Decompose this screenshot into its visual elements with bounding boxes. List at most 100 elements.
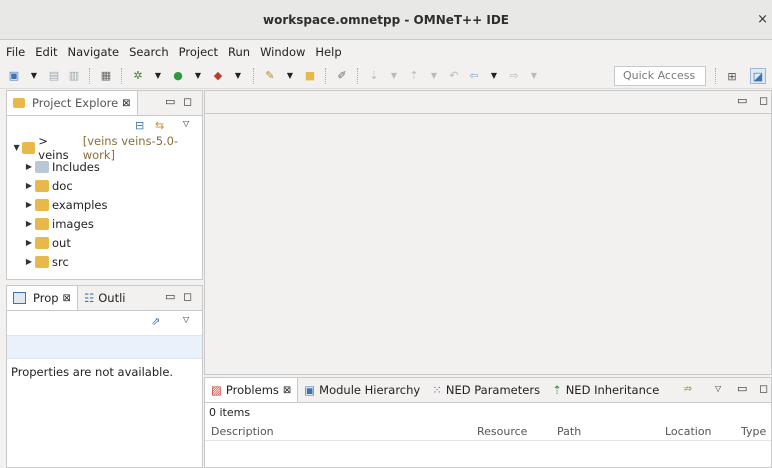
tab-problems[interactable]: ▨ Problems ⊠ [205,378,299,402]
edit-icon[interactable]: ✐ [334,68,350,84]
properties-view-toolbar: ⇗ ▽ [7,311,202,335]
maximize-icon[interactable]: ◻ [759,382,768,395]
tree-label: images [52,216,94,231]
collapsed-arrow-icon[interactable]: ▶ [23,257,35,266]
dropdown-icon[interactable]: ▼ [386,68,402,84]
save-all-icon[interactable]: ▥ [66,68,82,84]
menu-edit[interactable]: Edit [35,45,57,59]
dropdown-icon[interactable]: ▼ [26,68,42,84]
project-tree: ▼ > veins [veins veins-5.0-work] ▶ Inclu… [7,134,202,271]
collapse-all-icon[interactable]: ⊟ [135,119,144,132]
tab-ned-inheritance[interactable]: ⇡ NED Inheritance [546,378,665,402]
minimize-icon[interactable]: ▭ [737,94,747,107]
open-perspective-icon[interactable]: ⊞ [724,68,740,84]
column-path[interactable]: Path [557,425,665,438]
tab-properties[interactable]: Prop ⊠ [7,286,78,310]
maximize-icon[interactable]: ◻ [759,94,768,107]
maximize-icon[interactable]: ◻ [183,290,192,303]
tab-project-explorer[interactable]: Project Explore ⊠ [7,91,138,115]
collapsed-arrow-icon[interactable]: ▶ [23,200,35,209]
collapsed-arrow-icon[interactable]: ▶ [23,238,35,247]
module-hierarchy-icon: ▣ [304,383,316,397]
column-location[interactable]: Location [665,425,741,438]
tab-label: Module Hierarchy [319,383,421,397]
dropdown-icon[interactable]: ▼ [282,68,298,84]
tree-row-out[interactable]: ▶ out [11,233,202,252]
profile-icon[interactable]: ◆ [210,68,226,84]
dropdown-icon[interactable]: ▼ [150,68,166,84]
minimize-icon[interactable]: ▭ [165,95,175,108]
menu-window[interactable]: Window [260,45,305,59]
close-tab-icon[interactable]: ⊠ [63,293,71,304]
tree-label: examples [52,197,108,212]
folder-icon [35,198,49,211]
pen-icon[interactable]: ✎ [262,68,278,84]
pin-view-icon[interactable]: ⇗ [151,315,160,328]
collapsed-arrow-icon[interactable]: ▶ [23,181,35,190]
tree-row-veins[interactable]: ▼ > veins [veins veins-5.0-work] [11,134,202,162]
close-tab-icon[interactable]: ⊠ [283,385,291,396]
includes-icon [35,160,49,173]
menu-file[interactable]: File [6,45,25,59]
run-icon[interactable]: ● [170,68,186,84]
dropdown-icon[interactable]: ▼ [486,68,502,84]
view-menu-icon[interactable]: ▽ [183,119,189,128]
debug-icon[interactable]: ✲ [130,68,146,84]
folder-icon [35,255,49,268]
menu-help[interactable]: Help [315,45,341,59]
problems-count: 0 items [209,406,251,419]
project-folder-icon [22,141,36,154]
properties-icon [13,292,26,304]
forward-icon[interactable]: ⇨ [506,68,522,84]
link-editor-icon[interactable]: ⇆ [155,119,164,132]
prev-annotation-icon[interactable]: ⇡ [406,68,422,84]
collapsed-arrow-icon[interactable]: ▶ [23,219,35,228]
filter-icon[interactable]: ⇏ [683,382,692,395]
back-icon[interactable]: ⇦ [466,68,482,84]
editor-area[interactable]: ▭ ◻ [204,90,772,375]
folder-icon [35,236,49,249]
project-explorer-icon [13,98,25,108]
tab-outline[interactable]: ☷ Outli [78,286,132,310]
menu-project[interactable]: Project [179,45,218,59]
column-description[interactable]: Description [205,425,477,438]
folder-icon [35,217,49,230]
dropdown-icon[interactable]: ▼ [230,68,246,84]
dropdown-icon[interactable]: ▼ [526,68,542,84]
properties-tabbar: Prop ⊠ ☷ Outli ▭ ◻ [7,286,202,311]
column-type[interactable]: Type [741,425,766,438]
new-icon[interactable]: ▣ [6,68,22,84]
menu-run[interactable]: Run [228,45,250,59]
tab-label: Problems [225,383,279,397]
next-annotation-icon[interactable]: ⇣ [366,68,382,84]
properties-header [7,335,202,359]
toolbar-separator [357,67,359,84]
view-menu-icon[interactable]: ▽ [183,315,189,324]
tree-row-doc[interactable]: ▶ doc [11,176,202,195]
collapsed-arrow-icon[interactable]: ▶ [23,162,35,171]
tree-row-examples[interactable]: ▶ examples [11,195,202,214]
tab-ned-parameters[interactable]: ⁙ NED Parameters [426,378,546,402]
quick-access-field[interactable]: Quick Access [614,66,706,86]
menu-navigate[interactable]: Navigate [68,45,120,59]
tab-module-hierarchy[interactable]: ▣ Module Hierarchy [298,378,426,402]
tree-row-images[interactable]: ▶ images [11,214,202,233]
minimize-icon[interactable]: ▭ [737,382,747,395]
tree-row-src[interactable]: ▶ src [11,252,202,271]
expanded-arrow-icon[interactable]: ▼ [11,143,22,152]
save-icon[interactable]: ▤ [46,68,62,84]
last-edit-icon[interactable]: ↶ [446,68,462,84]
menu-search[interactable]: Search [129,45,169,59]
open-folder-icon[interactable]: ■ [302,68,318,84]
column-resource[interactable]: Resource [477,425,557,438]
problems-panel: ▨ Problems ⊠ ▣ Module Hierarchy ⁙ NED Pa… [204,377,772,468]
minimize-icon[interactable]: ▭ [165,290,175,303]
perspective-icon[interactable]: ◪ [750,68,766,84]
view-menu-icon[interactable]: ▽ [715,384,721,393]
dropdown-icon[interactable]: ▼ [190,68,206,84]
build-icon[interactable]: ▦ [98,68,114,84]
maximize-icon[interactable]: ◻ [183,95,192,108]
close-tab-icon[interactable]: ⊠ [122,98,130,109]
dropdown-icon[interactable]: ▼ [426,68,442,84]
close-window-button[interactable]: × [757,12,768,27]
